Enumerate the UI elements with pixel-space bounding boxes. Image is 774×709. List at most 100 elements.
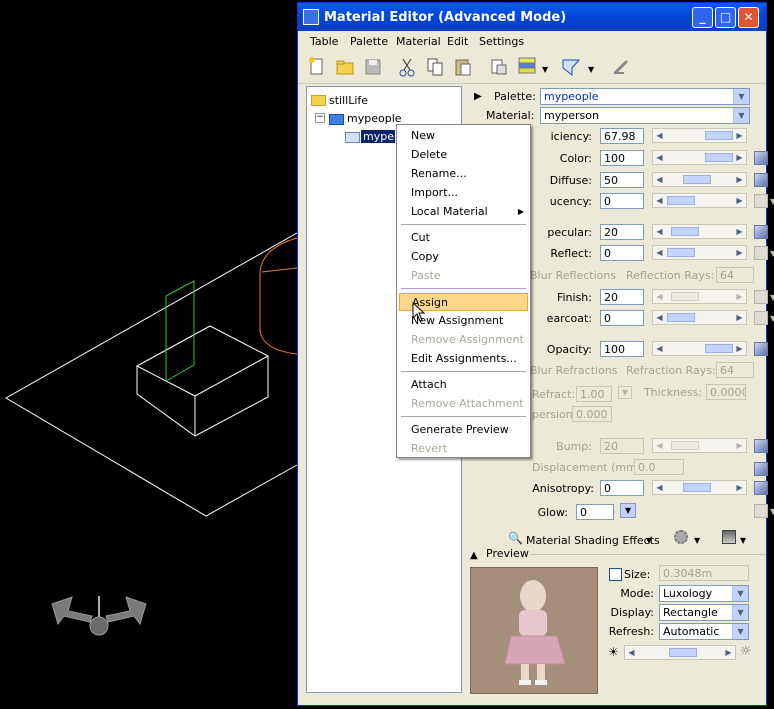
specular-slider[interactable]: ◀ ▶ <box>652 224 747 239</box>
anisotropy-input[interactable]: 0 <box>600 480 644 496</box>
clearcoat-map-icon[interactable] <box>754 311 768 325</box>
bump-slider[interactable]: ◀ ▶ <box>652 438 747 453</box>
menu-settings[interactable]: Settings <box>479 35 524 48</box>
chevron-down-icon[interactable]: ▼ <box>740 536 746 545</box>
bump-input[interactable]: 20 <box>600 438 644 454</box>
displacement-input[interactable]: 0.0 <box>634 459 684 475</box>
size-input[interactable]: 0.3048m <box>659 565 749 581</box>
menu-item-new[interactable]: New <box>399 127 528 145</box>
anisotropy-map-icon[interactable] <box>754 481 768 495</box>
diffuse-input[interactable]: 50 <box>600 172 644 188</box>
new-icon[interactable] <box>306 56 328 78</box>
reflect-map-icon[interactable] <box>754 246 768 260</box>
refract-dropdown[interactable]: ▼ <box>618 386 633 399</box>
maximize-button[interactable]: □ <box>715 7 736 28</box>
menu-item-copy[interactable]: Copy <box>399 248 528 266</box>
refresh-select[interactable]: Automatic ▼ <box>659 623 749 640</box>
reflection-rays-input[interactable]: 64 <box>716 267 754 283</box>
diffuse-slider[interactable]: ◀ ▶ <box>652 172 747 187</box>
specular-input[interactable]: 20 <box>600 224 644 240</box>
chevron-down-icon[interactable]: ▼ <box>588 65 594 74</box>
chevron-down-icon[interactable]: ▼ <box>770 293 774 302</box>
chevron-down-icon[interactable]: ▼ <box>542 65 548 74</box>
mode-select[interactable]: Luxology ▼ <box>659 585 749 602</box>
minimize-button[interactable]: _ <box>692 7 713 28</box>
bump-map-icon[interactable] <box>754 439 768 453</box>
efficiency-slider[interactable]: ◀ ▶ <box>652 128 747 143</box>
gear-icon[interactable] <box>674 530 688 544</box>
save-icon[interactable] <box>362 56 384 78</box>
copy-material-icon[interactable] <box>488 56 510 78</box>
chevron-down-icon[interactable]: ▼ <box>694 536 700 545</box>
finish-slider[interactable]: ◀ ▶ <box>652 289 747 304</box>
menu-item-import[interactable]: Import... <box>399 184 528 202</box>
tree-item-mypeople[interactable]: mypeople <box>347 112 402 125</box>
anisotropy-slider[interactable]: ◀ ▶ <box>652 480 747 495</box>
finish-map-icon[interactable] <box>754 290 768 304</box>
reflect-slider[interactable]: ◀ ▶ <box>652 245 747 260</box>
3d-viewport[interactable] <box>0 0 300 709</box>
refraction-rays-input[interactable]: 64 <box>716 362 754 378</box>
translucency-input[interactable]: 0 <box>600 193 644 209</box>
brightness-slider[interactable]: ◀ ▶ <box>624 645 736 660</box>
reflect-input[interactable]: 0 <box>600 245 644 261</box>
title-bar[interactable]: Material Editor (Advanced Mode) _ □ ✕ <box>298 3 766 31</box>
display-select[interactable]: Rectangle ▼ <box>659 604 749 621</box>
material-select[interactable]: myperson ▼ <box>540 107 750 124</box>
chevron-down-icon[interactable]: ▼ <box>770 465 774 474</box>
finish-input[interactable]: 20 <box>600 289 644 305</box>
material-stack-icon[interactable] <box>516 56 538 78</box>
glow-map-icon[interactable] <box>754 504 768 518</box>
clearcoat-slider[interactable]: ◀ ▶ <box>652 310 747 325</box>
import-arrow-icon[interactable] <box>610 56 632 78</box>
menu-edit[interactable]: Edit <box>447 35 468 48</box>
refract-input[interactable]: 1.00 <box>576 386 612 402</box>
size-checkbox[interactable] <box>609 568 622 581</box>
translucency-slider[interactable]: ◀ ▶ <box>652 193 747 208</box>
menu-material[interactable]: Material <box>396 35 441 48</box>
menu-item-delete[interactable]: Delete <box>399 146 528 164</box>
paste-icon[interactable] <box>452 56 474 78</box>
menu-item-local-material[interactable]: Local Material ▶ <box>399 203 528 221</box>
light-icon[interactable] <box>722 530 736 544</box>
color-input[interactable]: 100 <box>600 150 644 166</box>
tree-item-stilllife[interactable]: stillLife <box>329 94 368 107</box>
menu-item-generate-preview[interactable]: Generate Preview <box>399 421 528 439</box>
menu-item-cut[interactable]: Cut <box>399 229 528 247</box>
material-shading-effects-button[interactable]: Material Shading Effects <box>526 534 660 547</box>
menu-item-attach[interactable]: Attach <box>399 376 528 394</box>
palette-select[interactable]: mypeople ▼ <box>540 88 750 105</box>
efficiency-input[interactable]: 67.98 <box>600 128 644 144</box>
chevron-down-icon[interactable]: ▼ <box>770 228 774 237</box>
expand-arrow-icon[interactable]: ▶ <box>474 91 482 102</box>
chevron-down-icon[interactable]: ▼ <box>770 442 774 451</box>
dispersion-input[interactable]: 0.000 <box>572 406 612 422</box>
chevron-down-icon[interactable]: ▼ <box>770 345 774 354</box>
diffuse-map-icon[interactable] <box>754 173 768 187</box>
chevron-down-icon[interactable]: ▼ <box>770 484 774 493</box>
chevron-down-icon[interactable]: ▼ <box>770 197 774 206</box>
collapse-toggle[interactable]: − <box>315 113 325 123</box>
cut-icon[interactable] <box>396 56 418 78</box>
chevron-down-icon[interactable]: ▼ <box>770 507 774 516</box>
opacity-slider[interactable]: ◀ ▶ <box>652 341 747 356</box>
menu-table[interactable]: Table <box>310 35 338 48</box>
chevron-down-icon[interactable]: ▼ <box>770 154 774 163</box>
chevron-down-icon[interactable]: ▼ <box>770 249 774 258</box>
menu-item-revert[interactable]: Revert <box>399 440 528 458</box>
specular-map-icon[interactable] <box>754 225 768 239</box>
menu-item-remove-attachment[interactable]: Remove Attachment <box>399 395 528 413</box>
close-button[interactable]: ✕ <box>738 7 759 28</box>
copy-icon[interactable] <box>424 56 446 78</box>
opacity-input[interactable]: 100 <box>600 341 644 357</box>
chevron-down-icon[interactable]: ▼ <box>646 536 652 545</box>
open-folder-icon[interactable] <box>334 56 356 78</box>
color-slider[interactable]: ◀ ▶ <box>652 150 747 165</box>
color-map-icon[interactable] <box>754 151 768 165</box>
chevron-down-icon[interactable]: ▼ <box>770 176 774 185</box>
assign-tool-icon[interactable] <box>560 56 582 78</box>
chevron-down-icon[interactable]: ▼ <box>770 314 774 323</box>
clearcoat-input[interactable]: 0 <box>600 310 644 326</box>
tree-item-myperson[interactable]: myperson <box>361 130 395 143</box>
menu-item-rename[interactable]: Rename... <box>399 165 528 183</box>
